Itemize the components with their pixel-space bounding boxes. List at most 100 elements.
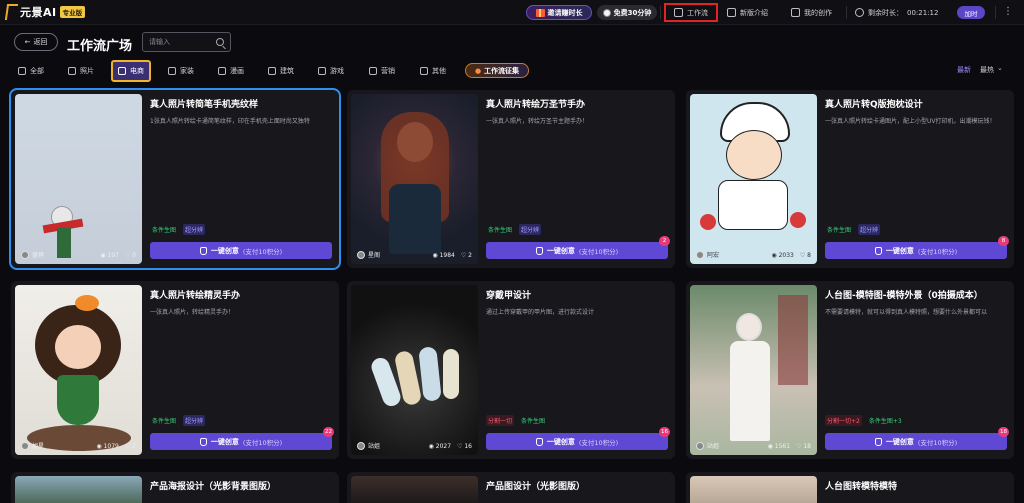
workflow-card[interactable]: 站姐 ◉ 2027 ♡ 16 穿戴甲设计 通过上传穿戴甲的甲片图，进行款式设计 分… (347, 281, 675, 459)
category-label: 电商 (130, 67, 144, 75)
search-box[interactable] (142, 32, 231, 52)
nail-art (418, 346, 442, 402)
nail-art (443, 349, 459, 399)
workflow-card[interactable]: 盘婷 ◉ 197 ♡ 0 真人照片转简笔手机壳纹样 1张真人照片转绘卡通简笔纹样，… (9, 88, 341, 270)
count-badge: 2 (659, 236, 670, 246)
category-architecture[interactable]: 建筑 (268, 63, 294, 79)
count-badge: 8 (998, 236, 1009, 246)
doll-dress-art (389, 184, 441, 254)
nav-workflow[interactable]: 工作流 (664, 3, 718, 22)
app-logo[interactable]: 元景AI 专业版 (4, 4, 86, 20)
one-click-create-button[interactable]: 一键创意 (支付10积分) (486, 433, 668, 450)
category-all[interactable]: 全部 (18, 63, 44, 79)
gift-icon (535, 8, 545, 17)
cta-sublabel: (支付10积分) (242, 438, 283, 447)
door-art (778, 295, 808, 385)
card-title: 真人照片转绘万圣节手办 (486, 100, 586, 110)
workflow-card[interactable]: 阿宏 ◉ 2033 ♡ 8 真人照片转Q版抱枕设计 一张真人照片转绘卡通图片，配上… (686, 90, 1014, 268)
card-thumbnail[interactable]: 盘婷 ◉ 197 ♡ 0 (15, 94, 142, 264)
free-time-label: 免费30分钟 (613, 8, 652, 17)
card-tag: 分割一切+2 (825, 415, 862, 426)
author-name: 站姐 (707, 443, 720, 450)
category-label: 家装 (180, 67, 194, 75)
category-label: 照片 (80, 67, 94, 75)
like-count: ♡ 18 (796, 443, 811, 450)
timer-icon (855, 8, 864, 17)
flower-art (75, 295, 99, 311)
card-tags: 条件生图 超分辨 (150, 224, 206, 235)
card-thumbnail[interactable] (351, 476, 478, 503)
one-click-create-button[interactable]: 一键创意 (支付10积分) (486, 242, 668, 259)
remaining-time-label: 剩余时长： (868, 8, 903, 17)
workflow-card[interactable]: 星阁 ◉ 1984 ♡ 2 真人照片转绘万圣节手办 一张真人照片，转绘万圣节主题手… (347, 90, 675, 268)
one-click-create-button[interactable]: 一键创意 (支付10积分) (150, 433, 332, 450)
card-thumbnail[interactable] (690, 476, 817, 503)
workflow-card[interactable]: 产品图设计（光影图版） (347, 472, 675, 503)
category-home-decor[interactable]: 家装 (168, 63, 194, 79)
hand-icon (874, 246, 882, 255)
sort-latest[interactable]: 最新 (957, 65, 971, 75)
face-art (726, 130, 782, 180)
category-marketing[interactable]: 营销 (369, 63, 395, 79)
cta-sublabel: (支付10积分) (578, 438, 619, 447)
nav-new-intro[interactable]: 新版介绍 (727, 5, 768, 20)
bag-icon (118, 67, 126, 75)
workflow-card[interactable]: 人台图转模特模特 (686, 472, 1014, 503)
card-stats: ◉ 2027 ♡ 16 (429, 443, 472, 450)
one-click-create-button[interactable]: 一键创意 (支付10积分) (825, 242, 1007, 259)
card-thumbnail[interactable]: 站姐 ◉ 1561 ♡ 18 (690, 285, 817, 455)
card-author: 站姐 (696, 441, 719, 450)
workflow-card[interactable]: 产品海报设计（光影背景图版） (11, 472, 339, 503)
view-count-value: 1561 (774, 443, 791, 450)
one-click-create-button[interactable]: 一键创意 (支付10积分) (825, 433, 1007, 450)
card-author: 站姐 (357, 441, 380, 450)
card-tag: 超分辨 (183, 415, 206, 426)
camera-icon (68, 67, 76, 75)
search-input[interactable] (149, 38, 209, 46)
arrow-left-icon: ← (24, 38, 31, 46)
workflow-card[interactable]: 胡星 ◉ 1079 ♡ 2 真人照片转绘精灵手办 一张真人照片，转绘精灵手办！ 条… (11, 281, 339, 459)
chevron-down-icon[interactable]: ⌄ (997, 64, 1003, 72)
category-game[interactable]: 游戏 (318, 63, 344, 79)
card-title: 真人照片转Q版抱枕设计 (825, 100, 923, 110)
like-count-value: 18 (803, 443, 811, 450)
workflow-contest-pill[interactable]: ● 工作流征集 (465, 63, 529, 78)
workflow-card[interactable]: 站姐 ◉ 1561 ♡ 18 人台图-模特图-模特外景（0拍摄成本） 不需要请模特… (686, 281, 1014, 459)
view-count: ◉ 197 (100, 252, 119, 259)
card-thumbnail[interactable]: 胡星 ◉ 1079 ♡ 2 (15, 285, 142, 455)
category-comic[interactable]: 漫画 (218, 63, 244, 79)
card-thumbnail[interactable]: 阿宏 ◉ 2033 ♡ 8 (690, 94, 817, 264)
cta-sublabel: (支付10积分) (242, 247, 283, 256)
nav-my-creations[interactable]: 我的创作 (791, 5, 832, 20)
category-other[interactable]: 其他 (420, 63, 446, 79)
one-click-create-button[interactable]: 一键创意 (支付10积分) (150, 242, 332, 259)
logo-text: 元景AI (20, 6, 57, 19)
card-thumbnail[interactable]: 星阁 ◉ 1984 ♡ 2 (351, 94, 478, 264)
add-time-button[interactable]: 加时 (957, 6, 985, 19)
card-title: 真人照片转绘精灵手办 (150, 291, 241, 301)
dress-art (57, 375, 99, 425)
card-tag: 条件生图 (152, 227, 177, 234)
category-label: 游戏 (330, 67, 344, 75)
building-icon (268, 67, 276, 75)
card-tags: 条件生图 超分辨 (486, 224, 542, 235)
more-menu-icon[interactable]: ⋮ (1003, 6, 1013, 19)
back-button[interactable]: ← 返回 (14, 33, 58, 51)
card-tags: 分割一切+2 条件生图+3 (825, 415, 904, 426)
count-badge: 22 (323, 427, 334, 437)
avatar (21, 441, 29, 450)
category-photo[interactable]: 照片 (68, 63, 94, 79)
free-time-button[interactable]: 免费30分钟 (597, 5, 657, 20)
image-icon (791, 8, 800, 17)
sort-hot[interactable]: 最热 (980, 65, 994, 75)
card-thumbnail[interactable] (15, 476, 142, 503)
avatar (696, 250, 704, 259)
search-icon[interactable] (216, 38, 224, 46)
cta-label: 一键创意 (210, 437, 239, 446)
card-description: 一张真人照片，转绘万圣节主题手办！ (486, 118, 589, 125)
category-ecommerce[interactable]: 电商 (111, 60, 151, 82)
invite-button[interactable]: 邀请赚时长 (526, 5, 592, 20)
card-thumbnail[interactable]: 站姐 ◉ 2027 ♡ 16 (351, 285, 478, 455)
card-title: 人台图-模特图-模特外景（0拍摄成本） (825, 291, 983, 301)
card-description: 一张真人照片转绘卡通图片，配上小型UV打印机，出潮模玩钱！ (825, 118, 996, 125)
